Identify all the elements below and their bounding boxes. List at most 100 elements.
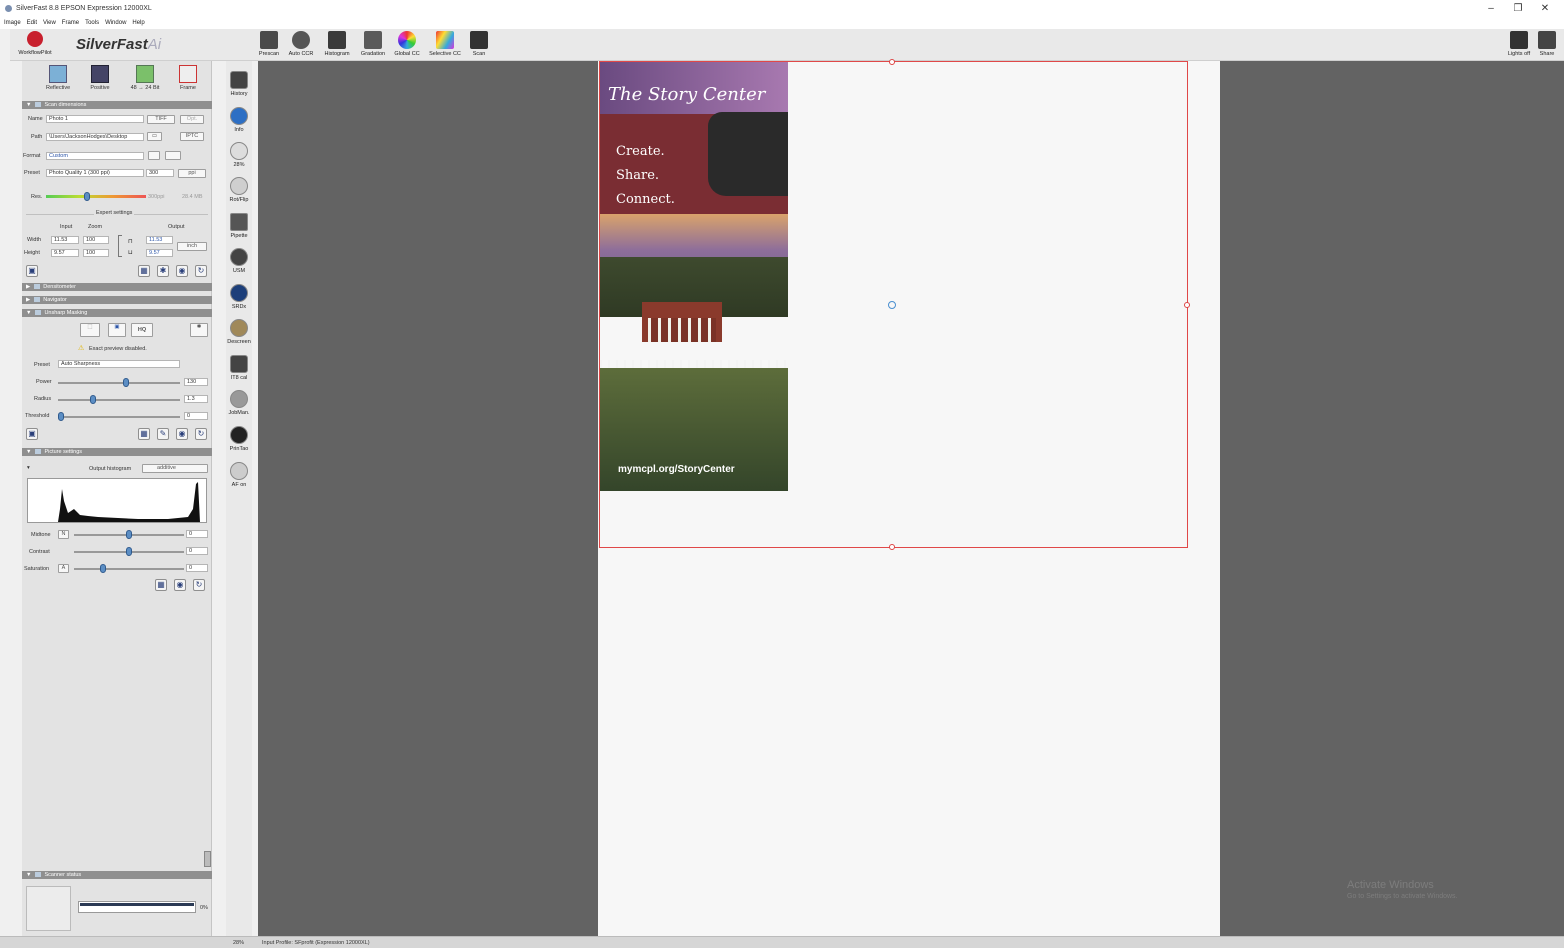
bitdepth-button[interactable]: 48 → 24 Bit bbox=[130, 65, 160, 91]
format-select[interactable]: Custom bbox=[46, 152, 144, 160]
unit-select[interactable]: inch bbox=[177, 242, 207, 251]
usm-header[interactable]: ▼ Unsharp Masking bbox=[22, 309, 212, 317]
frame-handle-right[interactable] bbox=[1184, 302, 1190, 308]
menu-edit[interactable]: Edit bbox=[27, 18, 37, 29]
landscape-button[interactable] bbox=[165, 151, 181, 160]
ppi-input[interactable]: 300 bbox=[146, 169, 174, 177]
browse-folder-button[interactable]: ▭ bbox=[147, 132, 162, 141]
aspect-lock-icon[interactable] bbox=[118, 235, 122, 257]
rotate-flip-tool[interactable]: Rot/Flip bbox=[226, 177, 252, 203]
zoom-tool[interactable]: 28% bbox=[226, 142, 252, 168]
scan-button[interactable]: Scan bbox=[461, 29, 497, 61]
srdx-tool[interactable]: SRDx bbox=[226, 284, 252, 310]
options-button[interactable]: Opt. bbox=[180, 115, 204, 124]
width-output-input[interactable]: 11.53 bbox=[146, 236, 173, 244]
resolution-slider-knob[interactable] bbox=[84, 192, 90, 201]
descreen-tool[interactable]: Descreen bbox=[226, 319, 252, 345]
frame-handle-top[interactable] bbox=[889, 59, 895, 65]
saturation-input[interactable]: 0 bbox=[186, 564, 208, 572]
width-zoom-input[interactable]: 100 bbox=[83, 236, 109, 244]
midtone-badge[interactable]: N bbox=[58, 530, 69, 539]
threshold-slider-knob[interactable] bbox=[58, 412, 64, 421]
picture-magnify-button[interactable]: ◉ bbox=[174, 579, 186, 591]
usm-save-button[interactable]: ▣ bbox=[26, 428, 38, 440]
picture-reset-button[interactable]: ↻ bbox=[193, 579, 205, 591]
portrait-button[interactable] bbox=[148, 151, 160, 160]
history-tool[interactable]: History bbox=[226, 71, 252, 97]
link-height-icon[interactable]: ⊔ bbox=[128, 249, 133, 256]
one-to-one-button[interactable]: ▣ bbox=[108, 323, 126, 337]
usm-expert-button[interactable]: ▦ bbox=[138, 428, 150, 440]
pipette-tool[interactable]: Pipette bbox=[226, 213, 252, 239]
jobmanager-tool[interactable]: JobMan. bbox=[226, 390, 252, 416]
usm-options-button[interactable]: ✱ bbox=[190, 323, 208, 337]
midtone-input[interactable]: 0 bbox=[186, 530, 208, 538]
gear-settings-button[interactable]: ✱ bbox=[157, 265, 169, 277]
radius-input[interactable]: 1.3 bbox=[184, 395, 208, 403]
hq-button[interactable]: HQ bbox=[131, 323, 153, 337]
saturation-badge[interactable]: A bbox=[58, 564, 69, 573]
preset-select[interactable]: Photo Quality 1 (300 ppi) bbox=[46, 169, 144, 177]
menu-frame[interactable]: Frame bbox=[62, 18, 79, 29]
usm-preset-select[interactable]: Auto Sharpness bbox=[58, 360, 180, 368]
save-settings-button[interactable]: ▣ bbox=[26, 265, 38, 277]
path-input[interactable]: \Users\JacksonHodges\Desktop bbox=[46, 133, 144, 141]
contrast-slider-knob[interactable] bbox=[126, 547, 132, 556]
radius-slider[interactable] bbox=[58, 399, 180, 401]
scan-frame[interactable] bbox=[599, 59, 1190, 550]
histogram-collapse-icon[interactable]: ▾ bbox=[27, 465, 30, 471]
menu-tools[interactable]: Tools bbox=[85, 18, 99, 29]
usm-reset-button[interactable]: ↻ bbox=[195, 428, 207, 440]
picture-settings-header[interactable]: ▼ Picture settings bbox=[22, 448, 212, 456]
height-input[interactable]: 9.57 bbox=[51, 249, 79, 257]
radius-slider-knob[interactable] bbox=[90, 395, 97, 404]
resolution-slider[interactable] bbox=[46, 195, 146, 198]
scanner-status-header[interactable]: ▼ Scanner status bbox=[22, 871, 212, 879]
close-button[interactable]: ✕ bbox=[1538, 3, 1552, 14]
usm-tool[interactable]: USM bbox=[226, 248, 252, 274]
selective-cc-button[interactable]: Selective CC bbox=[427, 29, 463, 61]
saturation-slider[interactable] bbox=[74, 568, 184, 570]
info-tool[interactable]: Info bbox=[226, 107, 252, 133]
share-button[interactable]: Share bbox=[1530, 29, 1564, 61]
autofocus-tool[interactable]: AF on bbox=[226, 462, 252, 488]
contrast-input[interactable]: 0 bbox=[186, 547, 208, 555]
usm-magnify-button[interactable]: ◉ bbox=[176, 428, 188, 440]
auto-ccr-button[interactable]: Auto CCR bbox=[283, 29, 319, 61]
file-format-select[interactable]: TIFF bbox=[147, 115, 175, 124]
histogram-mode-select[interactable]: additive bbox=[142, 464, 208, 473]
menu-view[interactable]: View bbox=[43, 18, 56, 29]
frame-button[interactable]: Frame bbox=[176, 65, 200, 91]
gradation-button[interactable]: Gradation bbox=[355, 29, 391, 61]
width-input[interactable]: 11.53 bbox=[51, 236, 79, 244]
densitometer-header[interactable]: ▶ Densitometer bbox=[22, 283, 212, 291]
minimize-button[interactable]: – bbox=[1484, 3, 1498, 14]
ppi-unit-select[interactable]: ppi bbox=[178, 169, 206, 178]
it8-tool[interactable]: IT8 cal bbox=[226, 355, 252, 381]
workflow-pilot-button[interactable]: WorkflowPilot bbox=[18, 31, 52, 56]
power-slider-knob[interactable] bbox=[122, 378, 129, 387]
threshold-input[interactable]: 0 bbox=[184, 412, 208, 420]
menu-help[interactable]: Help bbox=[132, 18, 144, 29]
panel-scrollbar[interactable] bbox=[204, 851, 211, 867]
threshold-slider[interactable] bbox=[58, 416, 180, 418]
power-input[interactable]: 130 bbox=[184, 378, 208, 386]
height-zoom-input[interactable]: 100 bbox=[83, 249, 109, 257]
global-cc-button[interactable]: Global CC bbox=[389, 29, 425, 61]
link-width-icon[interactable]: ⊓ bbox=[128, 238, 133, 245]
frame-handle-bottom[interactable] bbox=[889, 544, 895, 550]
name-input[interactable]: Photo 1 bbox=[46, 115, 144, 123]
restore-button[interactable]: ❐ bbox=[1511, 3, 1525, 14]
saturation-slider-knob[interactable] bbox=[100, 564, 106, 573]
printao-tool[interactable]: PrinTao bbox=[226, 426, 252, 452]
reflective-button[interactable]: Reflective bbox=[46, 65, 70, 91]
expert-dialog-button[interactable]: ▦ bbox=[138, 265, 150, 277]
frame-center-icon[interactable] bbox=[888, 301, 896, 309]
reset-button[interactable]: ↻ bbox=[195, 265, 207, 277]
scan-dimensions-header[interactable]: ▼ Scan dimensions bbox=[22, 101, 212, 109]
usm-education-button[interactable]: ✎ bbox=[157, 428, 169, 440]
prescan-button[interactable]: Prescan bbox=[251, 29, 287, 61]
midtone-slider-knob[interactable] bbox=[126, 530, 132, 539]
menu-window[interactable]: Window bbox=[105, 18, 126, 29]
histogram-button[interactable]: Histogram bbox=[319, 29, 355, 61]
